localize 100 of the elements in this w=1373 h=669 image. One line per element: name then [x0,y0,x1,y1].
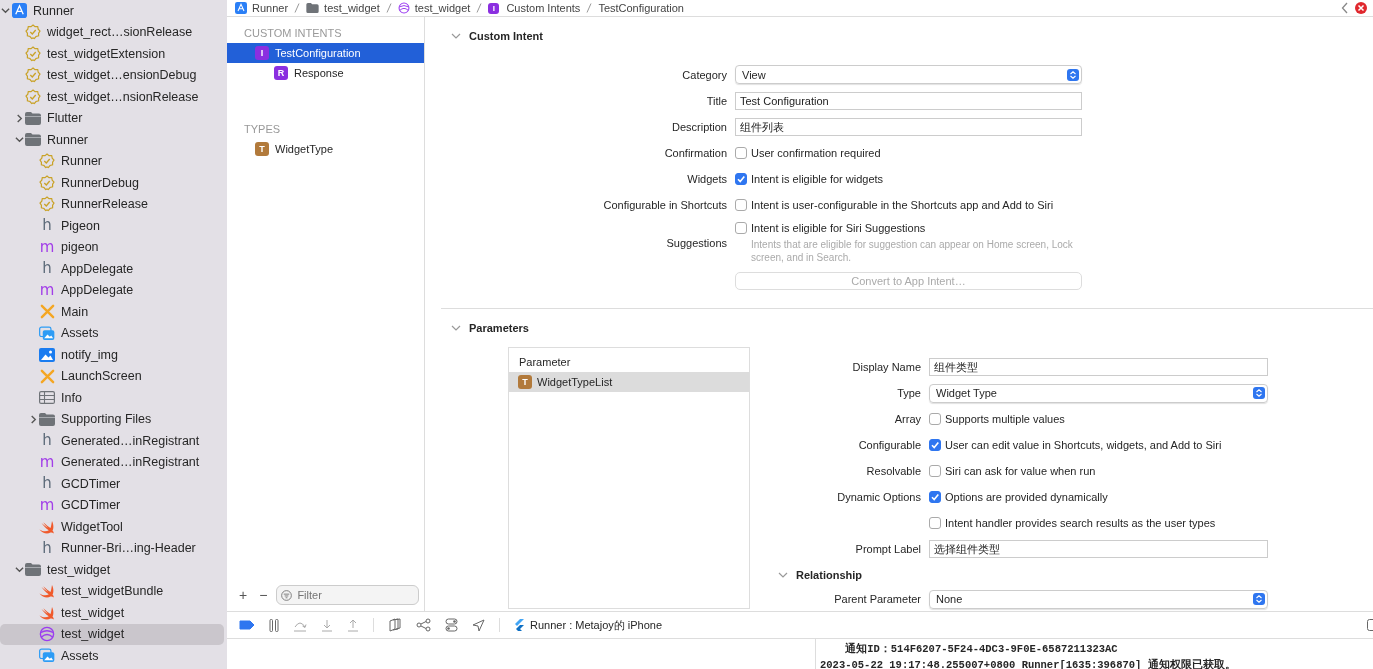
file-tree-item[interactable]: Runner [0,0,224,22]
back-chevron-icon[interactable] [1341,2,1349,14]
run-destination[interactable]: Runner : Metajoy的 iPhone [514,617,663,633]
badge-check-icon [25,88,41,105]
checkbox[interactable] [929,517,941,529]
bird-icon [39,584,55,599]
filter-field[interactable]: Filter [276,585,419,605]
location-arrow-icon[interactable] [472,618,485,632]
file-tree-item[interactable]: LaunchScreen [0,365,224,387]
checkbox[interactable] [929,491,941,503]
text-field[interactable]: Test Configuration [735,92,1082,110]
app-project-icon [11,3,27,19]
checkbox[interactable] [735,199,747,211]
checkbox-label: Intent is eligible for widgets [751,173,884,185]
file-tree-item[interactable]: m AppDelegate [0,279,224,301]
file-tree-item[interactable]: h AppDelegate [0,258,224,280]
console-line: 通知ID：514F6207-5F24-4DC3-9F0E-6587211323AC [844,641,1119,657]
file-tree-item[interactable]: widget_rect…sionRelease [0,21,224,43]
checkbox[interactable] [735,222,747,234]
layers-icon[interactable] [388,618,402,632]
checkbox[interactable] [929,413,941,425]
breakpoint-icon[interactable] [239,620,255,630]
file-type-icon: h [42,433,52,449]
stepper-icon [1253,593,1265,605]
file-tree-item[interactable]: m pigeon [0,236,224,258]
remove-button[interactable]: − [256,587,271,603]
intents-icon [39,626,55,643]
file-tree-item[interactable]: test_widgetBundle [0,580,224,602]
parameter-row[interactable]: T WidgetTypeList [509,372,749,392]
column-header: Parameter [518,355,572,370]
toggles-icon[interactable] [445,618,458,632]
dropdown[interactable]: Widget Type [929,383,1268,403]
file-tree-item[interactable]: Main [0,301,224,323]
step-into-icon[interactable] [321,618,333,632]
selected-file-item[interactable]: test_widget [0,623,224,645]
checkbox-label: Siri can ask for value when run [945,465,1096,477]
file-tree-item[interactable]: m GCDTimer [0,494,224,516]
file-type-icon: m [39,239,55,255]
dropdown[interactable]: None [929,589,1268,609]
checkbox[interactable] [735,147,747,159]
intent-list-item[interactable]: R Response [227,63,424,83]
file-tree-item[interactable]: m Generated…inRegistrant [0,451,224,473]
chevron-icon[interactable] [15,135,24,145]
error-icon[interactable] [1355,2,1367,14]
file-tree-item[interactable]: h Generated…inRegistrant [0,430,224,452]
checkbox-label: User confirmation required [751,147,881,159]
file-tree-item[interactable]: test_widget…nsionRelease [0,86,224,108]
checkbox[interactable] [735,173,747,185]
add-button[interactable]: + [236,587,251,603]
file-tree-item[interactable]: test_widget…ensionDebug [0,64,224,86]
breadcrumb-item[interactable]: test_widget [397,2,471,14]
checkbox[interactable] [929,439,941,451]
text-field[interactable]: 组件类型 [929,358,1268,376]
file-tree-item[interactable]: WidgetTool [0,516,224,538]
file-tree-item[interactable]: RunnerDebug [0,172,224,194]
folder-icon [25,563,41,577]
chevron-icon[interactable] [1,6,10,16]
file-tree-item[interactable]: Assets [0,322,224,344]
dropdown[interactable]: View [735,65,1082,84]
breadcrumb-item[interactable]: TestConfiguration [598,2,684,14]
chevron-icon[interactable] [451,32,461,40]
slash-icon [294,3,301,13]
field-label: Category [682,68,727,81]
chevron-icon[interactable] [778,571,788,579]
file-tree-item[interactable]: Runner [0,150,224,172]
step-out-icon[interactable] [347,618,359,632]
file-tree-item[interactable]: Flutter [0,107,224,129]
field-label: Parent Parameter [834,593,921,605]
intent-list-item[interactable]: T WidgetType [227,139,424,159]
file-tree-item[interactable]: Assets [0,645,224,667]
text-field[interactable]: 选择组件类型 [929,540,1268,558]
file-tree-item[interactable]: h Runner-Bri…ing-Header [0,537,224,559]
breadcrumb-item[interactable]: Runner [235,2,289,14]
checkbox[interactable] [929,465,941,477]
file-tree-item[interactable]: RunnerRelease [0,193,224,215]
stepper-icon [1067,68,1079,81]
pause-icon[interactable] [269,618,279,632]
file-type-icon: h [42,261,52,277]
breadcrumb-item[interactable]: test_widget [306,2,380,14]
file-tree-item[interactable]: h GCDTimer [0,473,224,495]
file-tree-item[interactable]: test_widget [0,602,224,624]
intent-list-item[interactable]: I TestConfiguration [227,43,424,63]
section-heading: TYPES [243,123,282,137]
badge-check-icon [25,45,41,62]
graph-icon[interactable] [416,618,431,632]
file-tree-item[interactable]: notify_img [0,344,224,366]
file-type-icon: m [39,282,55,298]
panel-icon[interactable] [1367,619,1373,631]
chevron-icon[interactable] [15,113,24,123]
file-tree-item[interactable]: Supporting Files [0,408,224,430]
file-tree-item[interactable]: test_widgetExtension [0,43,224,65]
text-field[interactable]: 组件列表 [735,118,1082,136]
file-tree-item[interactable]: Info [0,387,224,409]
file-tree-item[interactable]: h Pigeon [0,215,224,237]
breadcrumb-item[interactable]: I Custom Intents [488,2,581,14]
file-tree-item[interactable]: test_widget [0,559,224,581]
file-tree-item[interactable]: Runner [0,129,224,151]
chevron-icon[interactable] [29,414,38,424]
chevron-icon[interactable] [15,565,24,575]
chevron-icon[interactable] [451,324,461,332]
